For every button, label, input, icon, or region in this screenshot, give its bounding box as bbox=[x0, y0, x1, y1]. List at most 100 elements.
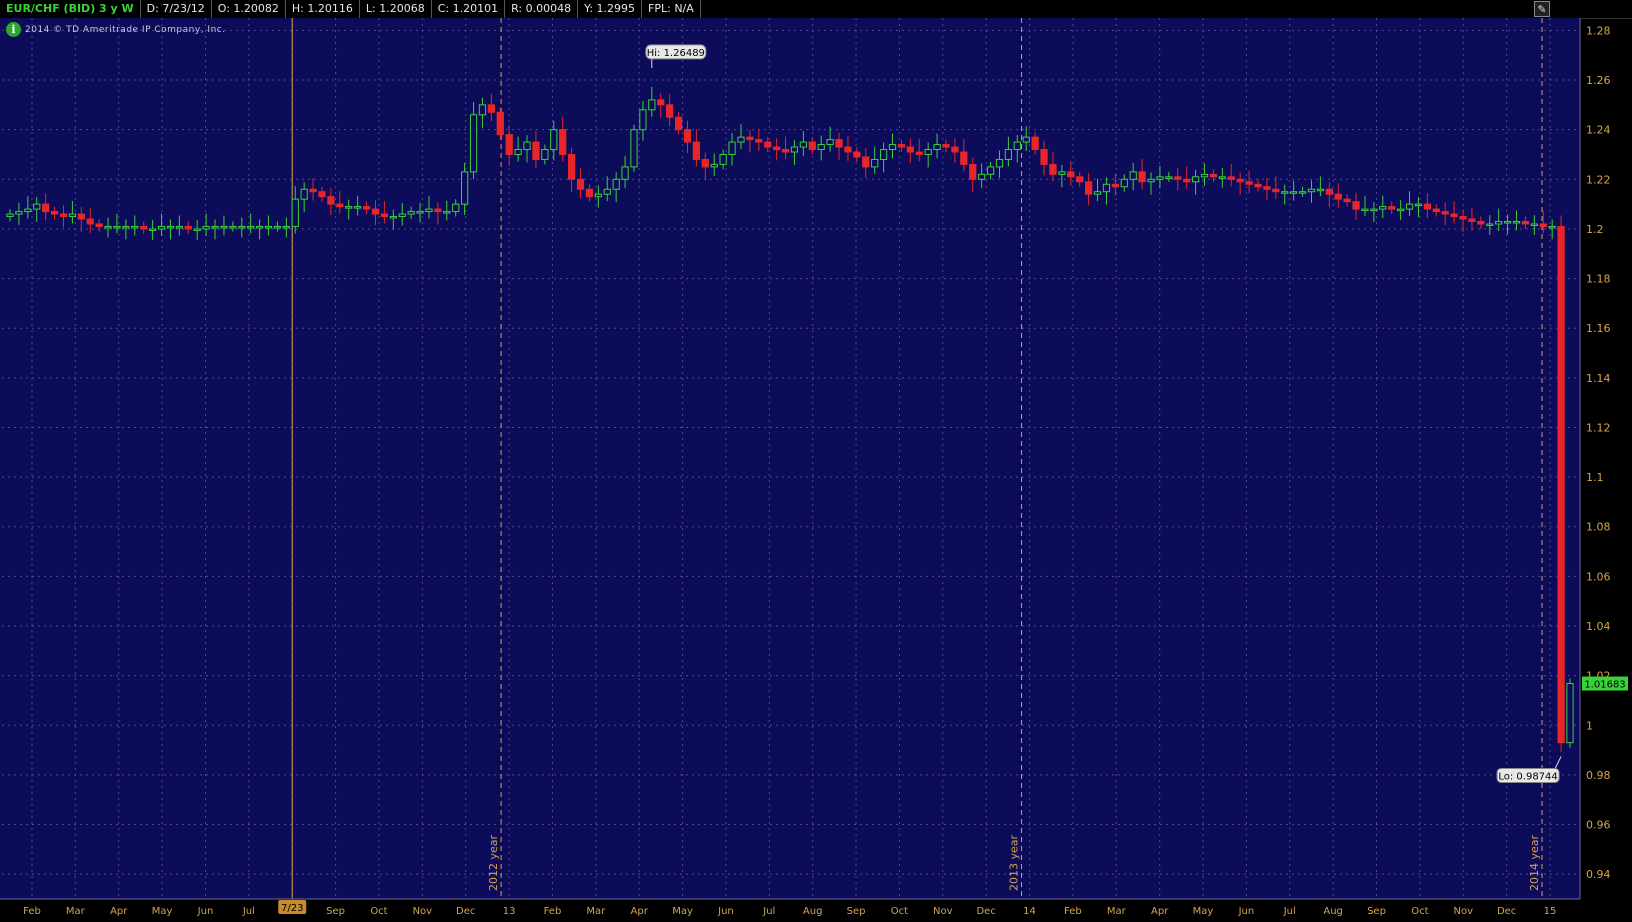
candle-up bbox=[1548, 225, 1556, 229]
candle-down bbox=[1432, 208, 1440, 213]
candle-down bbox=[683, 129, 692, 143]
candle-up bbox=[425, 208, 433, 213]
candle-down bbox=[951, 146, 959, 153]
candle-down bbox=[532, 141, 540, 160]
candle-up bbox=[1102, 183, 1111, 193]
candle-up bbox=[986, 166, 995, 175]
y-tick-label: 0.98 bbox=[1586, 769, 1611, 782]
candle-up bbox=[1120, 178, 1128, 188]
x-axis: Feb Mar Apr May Jun Jul 7/23 Sep Oct Nov Dec 13 Feb M… bbox=[0, 898, 1580, 917]
candle-down bbox=[853, 151, 861, 158]
candle-up bbox=[1093, 191, 1102, 195]
candle-up bbox=[24, 208, 32, 213]
y-tick-label: 0.96 bbox=[1586, 819, 1611, 832]
x-tick-label: Dec bbox=[1497, 906, 1516, 917]
candle-down bbox=[915, 151, 923, 155]
candle-up bbox=[728, 141, 736, 155]
x-tick-label: Feb bbox=[1064, 906, 1082, 917]
candle-up bbox=[122, 225, 130, 229]
candle-up bbox=[264, 225, 273, 229]
candle-up bbox=[710, 163, 718, 168]
quote-header: EUR/CHF (BID) 3 y W D: 7/23/12 O: 1.2008… bbox=[0, 0, 1632, 19]
x-tick-label: Oct bbox=[1411, 906, 1428, 917]
candle-up bbox=[1414, 203, 1423, 207]
candle-down bbox=[1468, 218, 1476, 222]
cursor-icon[interactable]: ✎ bbox=[1534, 1, 1550, 17]
year-label: 2013 year bbox=[1008, 834, 1021, 891]
x-tick-label: Feb bbox=[544, 906, 562, 917]
candle-up bbox=[933, 144, 941, 151]
candle-down bbox=[692, 141, 701, 160]
candle-up bbox=[1405, 203, 1414, 210]
year-readout: Y: 1.2995 bbox=[578, 0, 643, 18]
y-axis: 1.28 1.26 1.24 1.22 1.2 1.18 1.16 1.14 1.12 1.1 1.… bbox=[1579, 18, 1611, 899]
candle-down bbox=[764, 141, 772, 148]
candle-down bbox=[336, 203, 344, 208]
candle-up bbox=[211, 225, 219, 229]
candle-up bbox=[719, 153, 727, 165]
copyright-text: 2014 © TD Ameritrade IP Company, Inc. bbox=[25, 24, 226, 35]
candle-up bbox=[1495, 220, 1503, 225]
candle-up bbox=[1165, 176, 1173, 179]
candle-down bbox=[1085, 181, 1093, 195]
x-tick-label: Nov bbox=[413, 906, 433, 917]
x-tick-label: Jun bbox=[1238, 906, 1255, 917]
candle-down bbox=[773, 146, 781, 151]
candle-down bbox=[755, 139, 763, 143]
close-readout: C: 1.20101 bbox=[432, 0, 506, 18]
candle-up bbox=[1512, 220, 1521, 224]
hi-label: Hi: 1.26489 bbox=[647, 48, 705, 59]
y-tick-label: 1.04 bbox=[1586, 620, 1611, 633]
info-icon[interactable]: i bbox=[6, 22, 21, 37]
candle-down bbox=[576, 178, 585, 190]
candle-up bbox=[443, 211, 451, 214]
y-tick-label: 1.18 bbox=[1586, 273, 1611, 286]
candle-down bbox=[559, 129, 567, 155]
candle-up bbox=[113, 225, 121, 229]
y-tick-label: 1.1 bbox=[1586, 471, 1604, 484]
candle-down bbox=[1138, 171, 1146, 183]
range-readout: R: 0.00048 bbox=[505, 0, 579, 18]
y-tick-label: 0.94 bbox=[1586, 868, 1611, 881]
candle-up bbox=[630, 129, 638, 168]
candle-up bbox=[523, 141, 531, 151]
candle-down bbox=[86, 218, 94, 225]
y-tick-label: 1.26 bbox=[1586, 74, 1611, 87]
candle-down bbox=[862, 156, 870, 168]
candle-down bbox=[1209, 173, 1218, 178]
candle-up bbox=[737, 136, 745, 143]
x-tick-label: Dec bbox=[976, 906, 995, 917]
candle-down bbox=[1334, 193, 1342, 200]
candle-down bbox=[1174, 176, 1182, 180]
candle-up bbox=[541, 149, 549, 160]
fpl-readout: FPL: N/A bbox=[642, 0, 701, 18]
candle-down bbox=[1423, 203, 1431, 210]
candle-up bbox=[1397, 208, 1405, 212]
candle-down bbox=[1254, 183, 1262, 188]
symbol-label[interactable]: EUR/CHF (BID) 3 y W bbox=[0, 0, 141, 18]
last-price-label: 1.01683 bbox=[1584, 680, 1625, 691]
candle-up bbox=[1191, 176, 1200, 183]
candle-up bbox=[300, 188, 308, 200]
candle-up bbox=[149, 228, 157, 231]
candle-down bbox=[657, 99, 665, 106]
candle-up bbox=[166, 225, 175, 229]
candle-down bbox=[701, 158, 709, 168]
candle-down bbox=[318, 191, 326, 198]
cursor-date-label: 7/23 bbox=[281, 903, 303, 914]
low-readout: L: 1.20068 bbox=[360, 0, 432, 18]
open-readout: O: 1.20082 bbox=[212, 0, 286, 18]
y-tick-label: 1.12 bbox=[1586, 421, 1611, 434]
candle-up bbox=[282, 225, 290, 229]
candle-down bbox=[844, 146, 852, 153]
x-tick-label: Sep bbox=[847, 906, 866, 917]
x-tick-label: Jul bbox=[762, 906, 775, 917]
candle-down bbox=[1343, 198, 1351, 203]
x-tick-label: 15 bbox=[1544, 906, 1557, 917]
candle-up bbox=[1316, 188, 1325, 192]
candle-up bbox=[790, 146, 799, 153]
y-tick-label: 1.08 bbox=[1586, 521, 1611, 534]
high-readout: H: 1.20116 bbox=[286, 0, 360, 18]
price-chart[interactable]: 2012 year 2013 year 2014 year 1.28 1.26 1.24… bbox=[0, 18, 1632, 922]
candle-up bbox=[131, 225, 139, 229]
